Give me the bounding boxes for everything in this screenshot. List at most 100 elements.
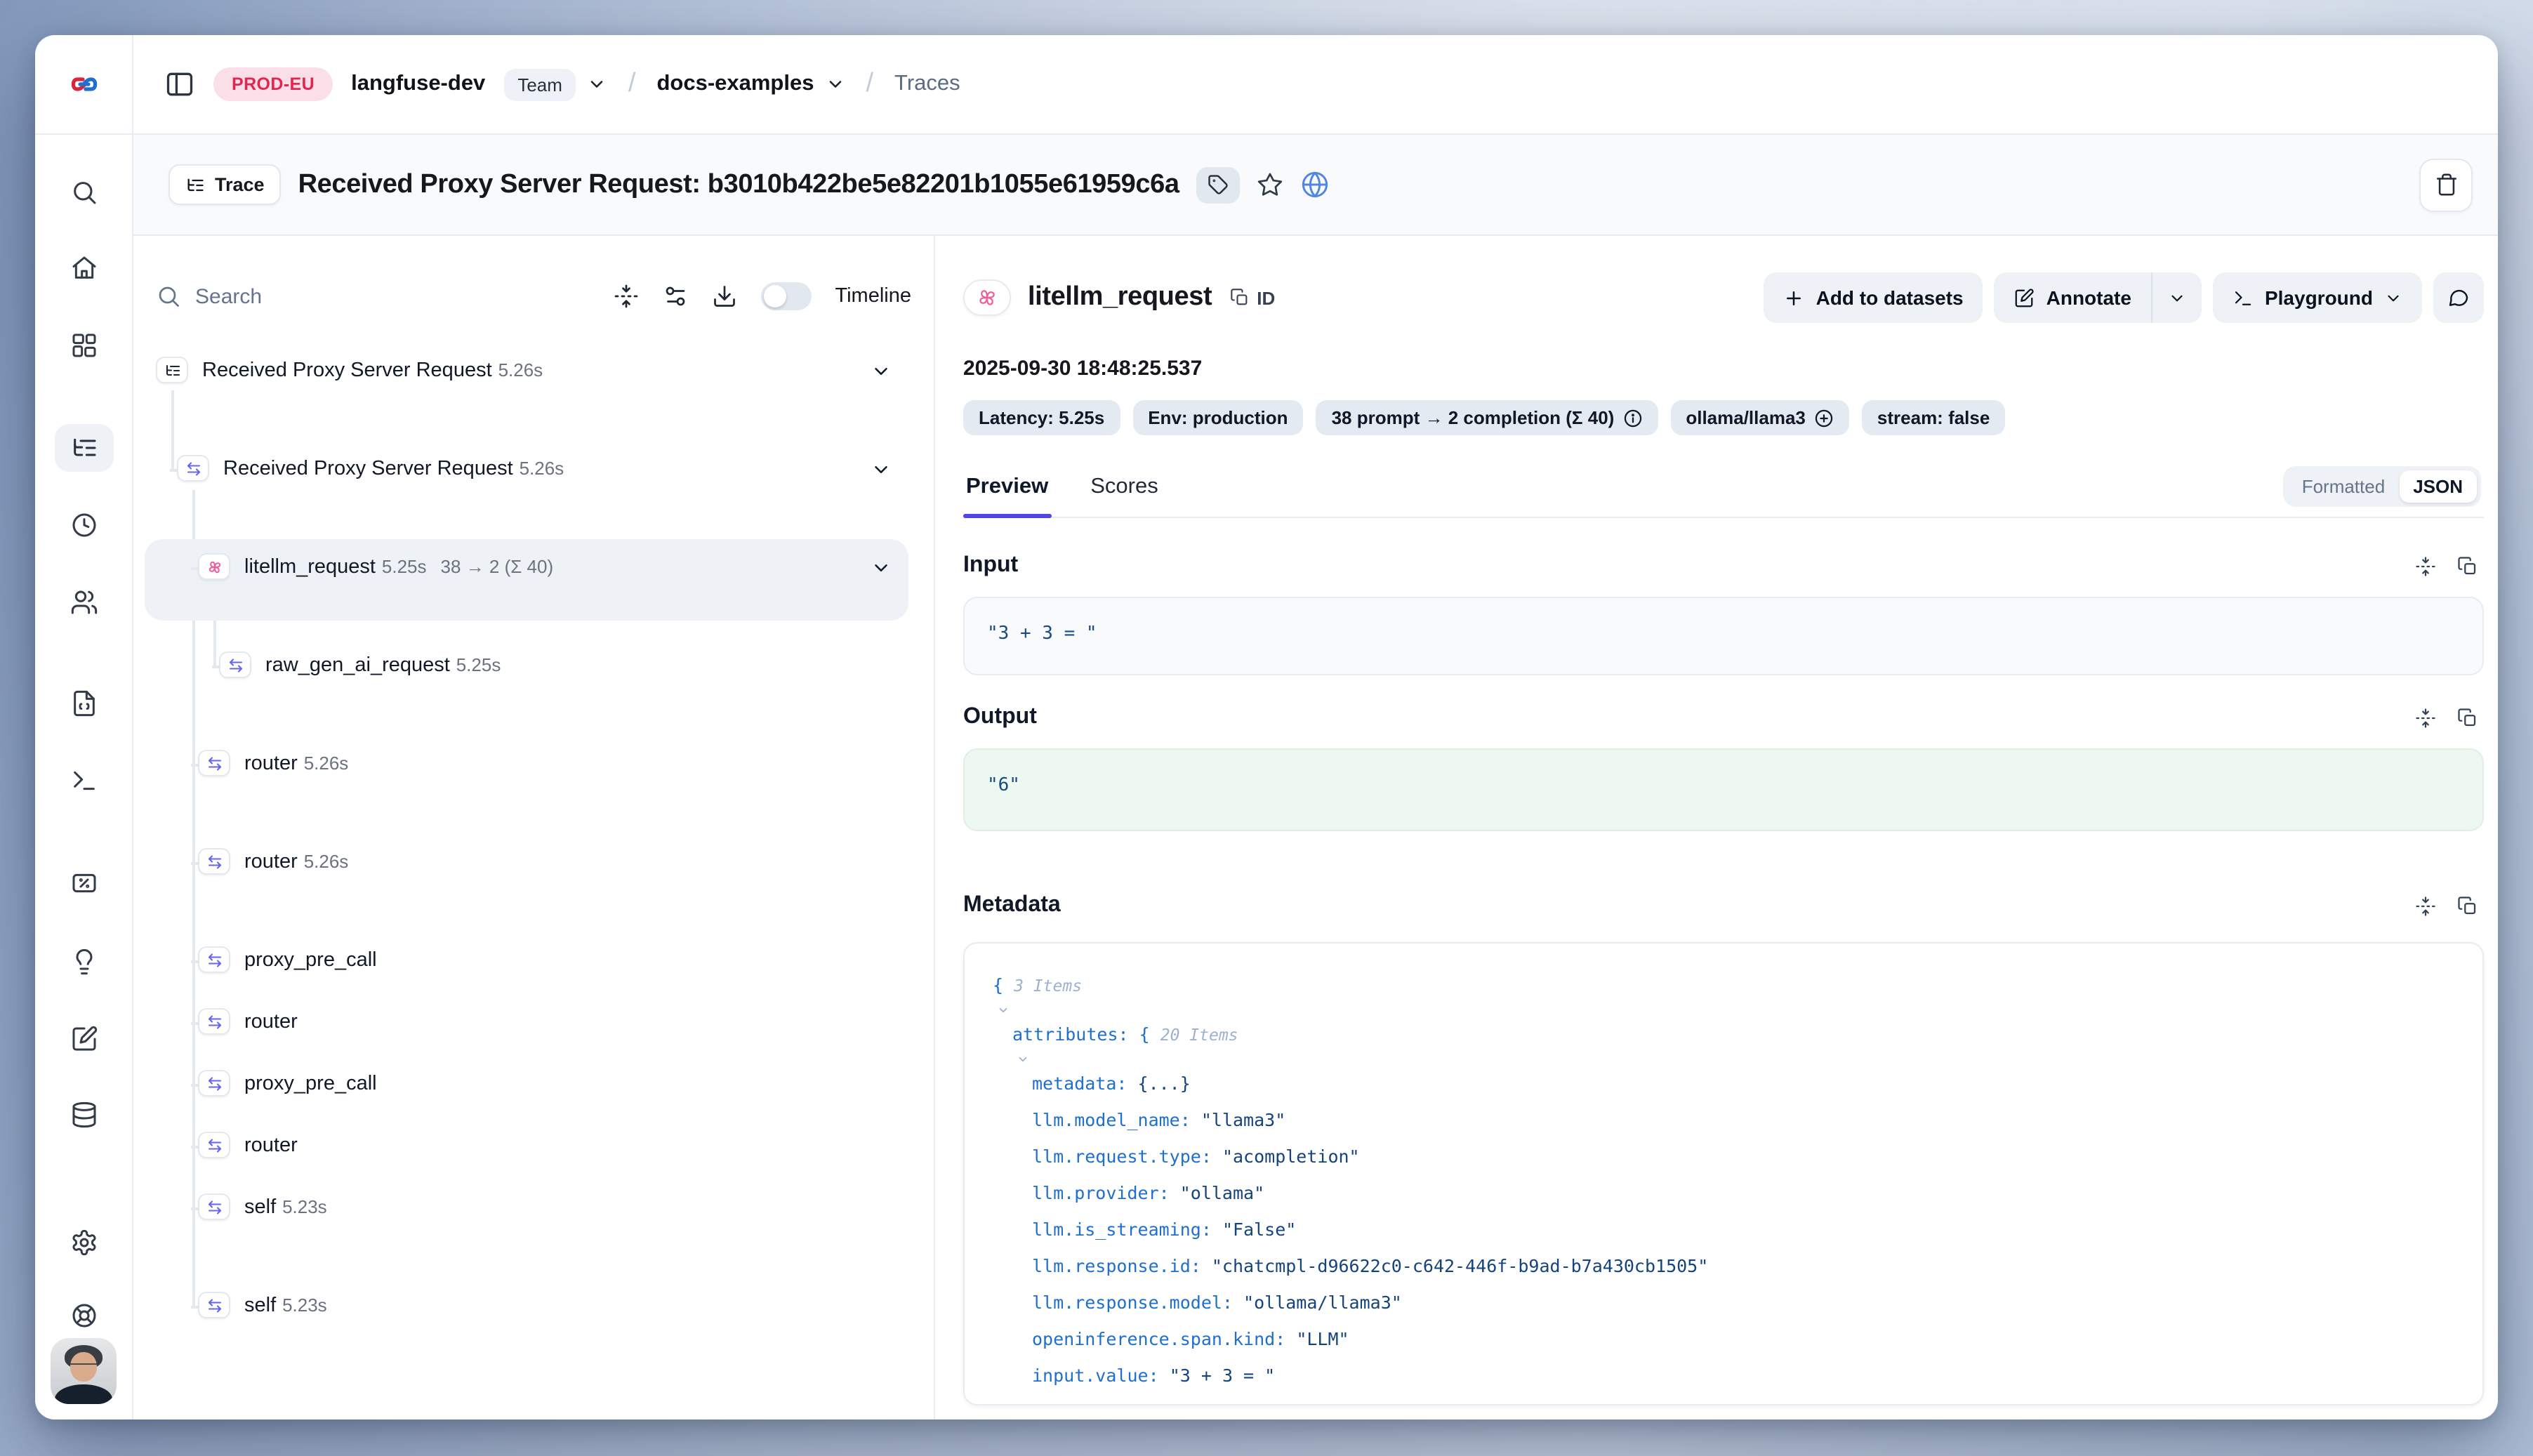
sidebar-item-settings[interactable] [56, 1222, 112, 1264]
sidebar-item-llm-judge[interactable] [56, 941, 112, 983]
sidebar-item-dashboards[interactable] [56, 324, 112, 366]
tag-icon[interactable] [1196, 166, 1240, 203]
tree-row-chevron[interactable] [871, 459, 892, 480]
json-collapse-chevron[interactable] [997, 1004, 1010, 1017]
tree-row[interactable]: router 5.26s [156, 750, 911, 814]
tree-row[interactable]: self 5.23s [156, 1292, 911, 1356]
json-line: llm.input_messages.0.message.role: "syst… [993, 1394, 2454, 1405]
org-chevron-down-icon[interactable] [588, 74, 607, 94]
fold-vertical-icon[interactable] [2415, 555, 2436, 576]
sidebar-item-prompts[interactable] [56, 682, 112, 724]
tree-row[interactable]: self 5.23s [156, 1193, 911, 1258]
tree-row[interactable]: litellm_request 5.25s38 → 2 (Σ 40) [156, 553, 911, 618]
status-badge: 38 prompt → 2 completion (Σ 40) [1316, 400, 1658, 435]
comment-icon [2447, 286, 2470, 309]
tree-row[interactable]: proxy_pre_call [156, 946, 911, 977]
tree-row[interactable]: router [156, 1008, 911, 1039]
tree-row[interactable]: raw_gen_ai_request 5.25s [156, 651, 911, 716]
search-icon [156, 284, 181, 309]
app-logo [35, 35, 133, 133]
sidebar-item-support[interactable] [56, 1295, 112, 1337]
tree-row[interactable]: router [156, 1132, 911, 1163]
user-avatar[interactable] [51, 1338, 117, 1404]
sidebar-item-users[interactable] [56, 581, 112, 623]
view-mode-toggle: Formatted JSON [2284, 466, 2481, 507]
public-globe-button[interactable] [1300, 170, 1330, 199]
tree-row-meta: 5.26s [304, 753, 363, 774]
search-input[interactable] [195, 284, 364, 308]
observation-type-icon [198, 946, 230, 973]
tree-row-chevron[interactable] [871, 557, 892, 578]
collapse-all-button[interactable] [613, 284, 638, 309]
json-line: llm.provider: "ollama" [993, 1175, 2454, 1212]
download-button[interactable] [711, 284, 736, 309]
sidebar-item-annotation[interactable] [56, 1018, 112, 1060]
tree-row-chevron[interactable] [871, 361, 892, 382]
playground-button[interactable]: Playground [2213, 272, 2422, 323]
sidebar-item-search[interactable] [56, 171, 112, 213]
copy-icon[interactable] [2457, 707, 2478, 728]
tree-toolbar: Timeline [156, 272, 911, 320]
json-collapse-chevron[interactable] [1017, 1053, 1029, 1066]
tree-row[interactable]: proxy_pre_call [156, 1070, 911, 1101]
breadcrumb-section[interactable]: Traces [894, 72, 960, 97]
plus-circle-icon[interactable] [1814, 408, 1834, 428]
json-line: { 3 Items [993, 967, 2454, 1017]
status-badge: Latency: 5.25s [963, 400, 1120, 435]
sidebar-item-home[interactable] [56, 247, 112, 289]
sidebar-rail [35, 135, 133, 1419]
observation-type-icon [198, 553, 230, 580]
tree-settings-button[interactable] [662, 284, 687, 309]
tab-scores[interactable]: Scores [1087, 475, 1161, 517]
sidebar-toggle-button[interactable] [164, 69, 195, 100]
sidebar-item-datasets[interactable] [56, 1094, 112, 1136]
tree-row[interactable]: router 5.26s [156, 848, 911, 913]
tree-row-label: router [244, 753, 298, 775]
tree-row-label: Received Proxy Server Request [223, 458, 513, 480]
annotate-button[interactable]: Annotate [1995, 272, 2151, 323]
observation-timestamp: 2025-09-30 18:48:25.537 [963, 357, 2484, 380]
comments-button[interactable] [2433, 272, 2484, 323]
annotate-dropdown-button[interactable] [2152, 272, 2202, 323]
trace-header-row: Trace Received Proxy Server Request: b30… [133, 135, 2498, 236]
tree-row-label: proxy_pre_call [244, 1073, 377, 1095]
copy-id-button[interactable]: ID [1230, 287, 1275, 308]
timeline-label: Timeline [835, 285, 911, 307]
sidebar-item-tracing[interactable] [55, 424, 114, 472]
tab-preview[interactable]: Preview [963, 475, 1051, 517]
add-to-datasets-button[interactable]: Add to datasets [1764, 272, 1983, 323]
trace-type-label: Trace [215, 174, 265, 195]
project-chevron-down-icon[interactable] [825, 74, 845, 94]
fold-vertical-icon[interactable] [2415, 895, 2436, 916]
delete-trace-button[interactable] [2419, 158, 2473, 211]
view-mode-formatted[interactable]: Formatted [2288, 470, 2400, 503]
json-line: llm.response.id: "chatcmpl-d96622c0-c642… [993, 1248, 2454, 1285]
sidebar-item-playground[interactable] [56, 760, 112, 802]
tree-row-label: router [244, 1011, 298, 1033]
metadata-json-viewer: { 3 Itemsattributes: { 20 Itemsmetadata:… [963, 942, 2484, 1405]
environment-badge: PROD-EU [213, 67, 333, 101]
trace-type-badge: Trace [168, 164, 282, 205]
copy-icon[interactable] [2457, 555, 2478, 576]
breadcrumb-org[interactable]: langfuse-dev [351, 72, 485, 97]
chevron-down-icon [2384, 289, 2402, 307]
view-mode-json[interactable]: JSON [2399, 470, 2477, 503]
json-line: llm.request.type: "acompletion" [993, 1139, 2454, 1175]
observation-type-icon [198, 1193, 230, 1220]
tree-search [156, 284, 589, 309]
fold-vertical-icon[interactable] [2415, 707, 2436, 728]
copy-icon[interactable] [2457, 895, 2478, 916]
info-icon[interactable] [1622, 408, 1642, 428]
tree-row[interactable]: Received Proxy Server Request 5.26s [156, 357, 911, 421]
tree-row[interactable]: Received Proxy Server Request 5.26s [156, 455, 911, 519]
timeline-toggle[interactable] [760, 282, 811, 310]
json-line: llm.model_name: "llama3" [993, 1102, 2454, 1139]
trace-tree-panel: Timeline Received Proxy Server Request 5… [133, 236, 935, 1419]
status-badge: ollama/llama3 [1670, 400, 1849, 435]
org-type-pill: Team [503, 68, 576, 100]
bookmark-star-button[interactable] [1257, 171, 1283, 198]
breadcrumb-project[interactable]: docs-examples [656, 72, 814, 97]
sidebar-item-evaluation[interactable] [56, 862, 112, 904]
sidebar-item-sessions[interactable] [56, 504, 112, 546]
observation-title: litellm_request [1028, 282, 1212, 313]
